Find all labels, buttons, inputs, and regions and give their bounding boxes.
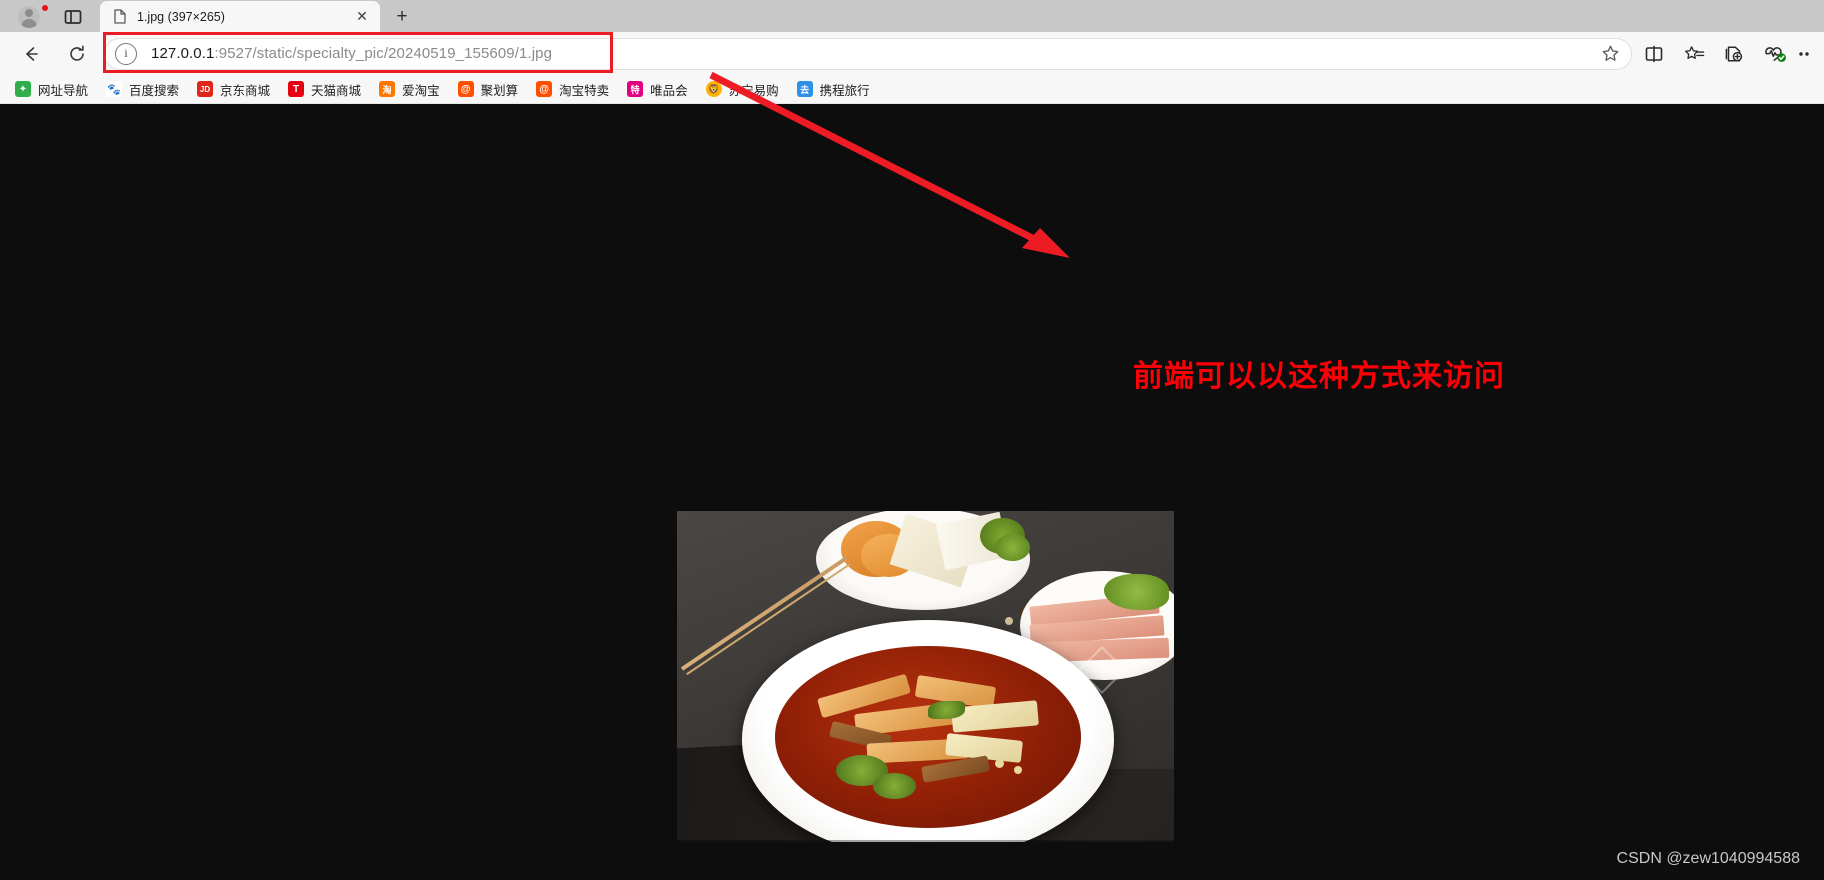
- collections-icon[interactable]: [1716, 37, 1752, 71]
- tab-strip: 1.jpg (397×265) ✕ +: [0, 0, 1824, 32]
- address-bar[interactable]: i 127.0.0.1:9527/static/specialty_pic/20…: [104, 37, 1632, 70]
- photo-broth: [775, 646, 1081, 828]
- photo-cilantro: [927, 700, 965, 719]
- bookmark-label: 淘宝特卖: [559, 83, 610, 98]
- bookmark-label: 天猫商城: [311, 83, 362, 98]
- profile-notification-dot: [41, 4, 49, 12]
- photo-bottom-shadow: [677, 840, 1174, 842]
- bookmark-item[interactable]: @ 淘宝特卖: [529, 77, 616, 101]
- bookmark-label: 网址导航: [38, 83, 89, 98]
- url-host: 127.0.0.1: [151, 45, 215, 62]
- bookmark-label: 京东商城: [220, 83, 271, 98]
- bookmark-item[interactable]: 🐾 百度搜索: [99, 77, 186, 101]
- bookmark-item[interactable]: ✦ 网址导航: [8, 77, 95, 101]
- tab-title: 1.jpg (397×265): [137, 9, 225, 24]
- tab-actions-menu-icon[interactable]: [52, 3, 94, 31]
- bookmark-item[interactable]: T 天猫商城: [281, 77, 368, 101]
- profile-avatar-icon[interactable]: [6, 3, 52, 31]
- ctrip-icon: 去: [796, 81, 813, 97]
- suning-icon: 🦁: [705, 81, 722, 97]
- vip-icon: 特: [627, 81, 644, 97]
- bookmark-item[interactable]: JD 京东商城: [190, 77, 277, 101]
- page-viewport: 前端可以以这种方式来访问 CSDN @zew1040994588: [0, 105, 1824, 880]
- browser-tab[interactable]: 1.jpg (397×265) ✕: [100, 1, 380, 32]
- juhuasuan-icon: @: [457, 81, 474, 97]
- split-screen-icon[interactable]: [1636, 37, 1672, 71]
- bookmark-item[interactable]: 🦁 苏宁易购: [699, 77, 786, 101]
- avatar: [18, 6, 40, 28]
- back-button[interactable]: [14, 37, 48, 71]
- taobao-icon: 淘: [379, 81, 396, 97]
- navigation-site-icon: ✦: [15, 81, 31, 97]
- bookmark-item[interactable]: @ 聚划算: [451, 77, 526, 101]
- bookmark-label: 爱淘宝: [402, 83, 440, 98]
- photo-mushroom: [1013, 765, 1022, 774]
- favorites-list-icon[interactable]: [1676, 37, 1712, 71]
- bookmark-item[interactable]: 去 携程旅行: [790, 77, 877, 101]
- bookmark-label: 唯品会: [650, 83, 688, 98]
- url-path: :9527/static/specialty_pic/20240519_1556…: [214, 45, 553, 62]
- bookmark-label: 苏宁易购: [728, 83, 779, 98]
- jd-icon: JD: [197, 81, 214, 97]
- photo-mushroom: [995, 758, 1005, 768]
- bookmark-label: 聚划算: [480, 83, 519, 98]
- url-text: 127.0.0.1:9527/static/specialty_pic/2024…: [151, 45, 1595, 62]
- photo-main-bowl: [741, 620, 1115, 842]
- baidu-icon: 🐾: [106, 81, 123, 97]
- photo-broccoli: [872, 773, 916, 799]
- reload-button[interactable]: [60, 37, 94, 71]
- browser-window: 1.jpg (397×265) ✕ + i 127.0.0.1:9527/sta…: [0, 0, 1824, 880]
- bookmarks-bar: ✦ 网址导航 🐾 百度搜索 JD 京东商城 T 天猫商城 淘 爱淘宝 @ 聚划算…: [0, 75, 1824, 104]
- new-tab-button[interactable]: +: [386, 3, 418, 31]
- browser-essentials-icon[interactable]: [1758, 37, 1794, 71]
- favorite-star-icon[interactable]: [1595, 40, 1625, 68]
- annotation-text: 前端可以以这种方式来访问: [1133, 360, 1505, 393]
- photo-garlic: [1005, 616, 1014, 625]
- tmall-icon: T: [288, 81, 305, 97]
- bookmark-item[interactable]: 淘 爱淘宝: [372, 77, 447, 101]
- bookmark-label: 百度搜索: [129, 83, 180, 98]
- close-icon[interactable]: ✕: [352, 7, 372, 27]
- settings-more-icon[interactable]: [1798, 37, 1816, 71]
- photo-broccoli: [995, 534, 1030, 561]
- image-viewer-photo[interactable]: [677, 511, 1174, 842]
- bookmark-label: 携程旅行: [819, 83, 870, 98]
- site-info-icon[interactable]: i: [115, 42, 137, 65]
- csdn-watermark: CSDN @zew1040994588: [1616, 850, 1800, 867]
- bookmark-item[interactable]: 特 唯品会: [620, 77, 695, 101]
- document-icon: [112, 9, 128, 25]
- taobao-sale-icon: @: [536, 81, 553, 97]
- browser-toolbar: i 127.0.0.1:9527/static/specialty_pic/20…: [0, 32, 1824, 75]
